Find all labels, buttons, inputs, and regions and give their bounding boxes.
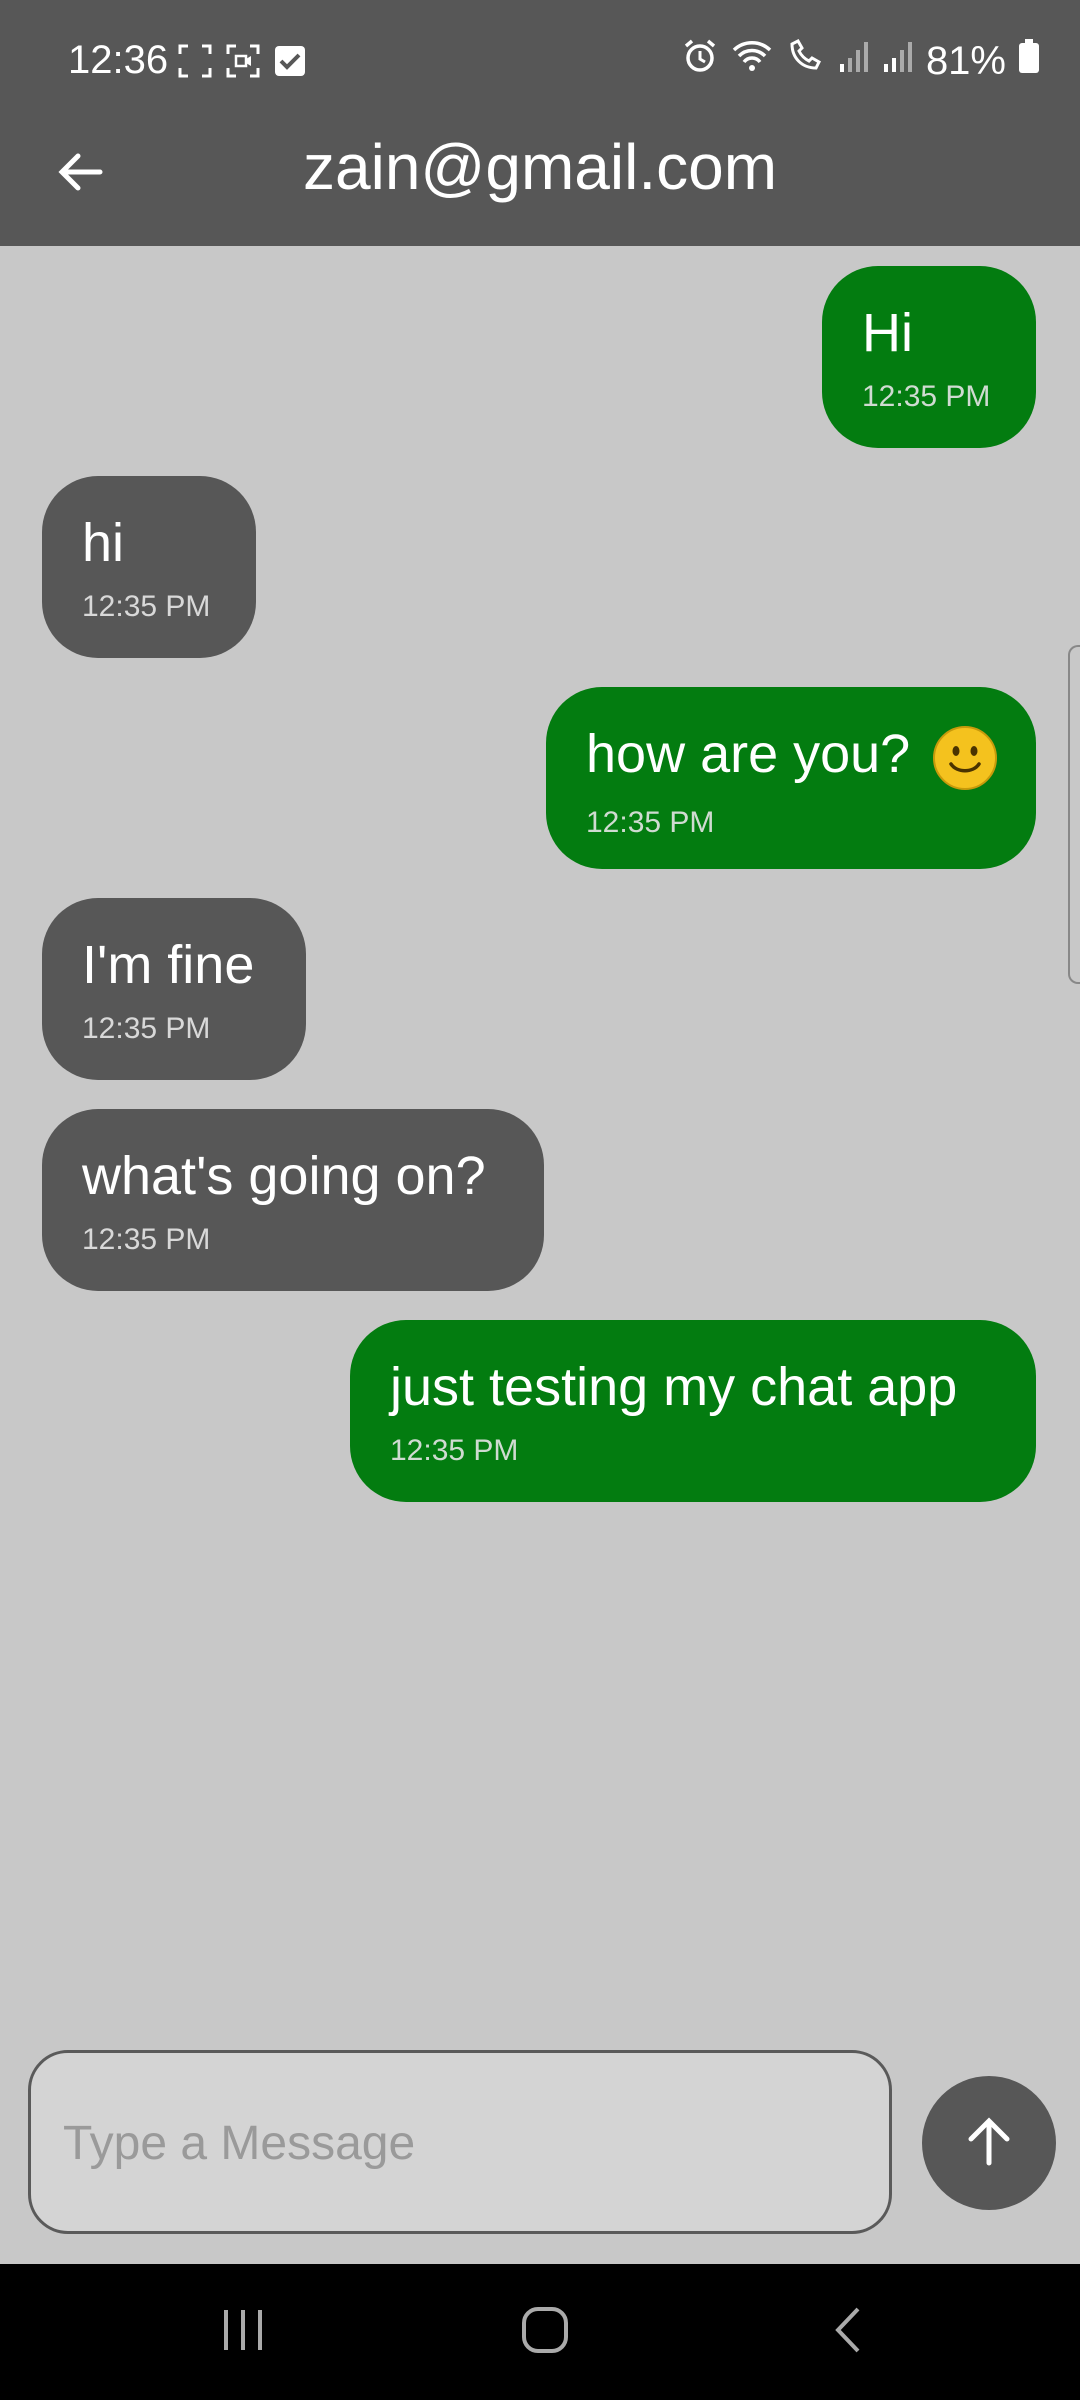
message-text: what's going on?	[82, 1146, 486, 1206]
home-button[interactable]	[505, 2302, 585, 2362]
message-time: 12:35 PM	[82, 1012, 211, 1045]
screenshot-icon	[178, 44, 212, 83]
status-time: 12:36	[68, 38, 169, 82]
battery-icon	[1018, 38, 1040, 84]
signal-icon	[882, 39, 914, 84]
message-bubble-sent[interactable]: how are you? 12:35 PM	[546, 687, 1036, 869]
home-icon	[520, 2305, 570, 2360]
message-bubble-received[interactable]: I'm fine 12:35 PM	[42, 898, 306, 1080]
arrow-up-icon	[961, 2113, 1017, 2174]
status-left-icons	[178, 44, 306, 83]
recent-apps-button[interactable]	[203, 2302, 283, 2362]
system-nav-bar	[0, 2264, 1080, 2400]
message-time: 12:35 PM	[82, 1223, 211, 1256]
screen-record-icon	[226, 44, 260, 83]
message-bubble-received[interactable]: what's going on? 12:35 PM	[42, 1109, 544, 1291]
smiley-emoji-icon	[933, 725, 998, 790]
message-text: Hi	[862, 303, 913, 363]
nav-back-button[interactable]	[808, 2302, 888, 2362]
scrollbar[interactable]	[1068, 645, 1080, 984]
message-time: 12:35 PM	[586, 805, 715, 839]
signal-icon	[838, 39, 870, 84]
send-button[interactable]	[922, 2076, 1056, 2210]
message-time: 12:35 PM	[390, 1434, 519, 1467]
status-right: 81%	[682, 38, 1040, 84]
message-text: just testing my chat app	[390, 1357, 958, 1417]
wifi-call-icon	[786, 38, 826, 84]
checkbox-icon	[274, 45, 306, 82]
back-icon	[828, 2305, 868, 2360]
message-bubble-sent[interactable]: just testing my chat app 12:35 PM	[350, 1320, 1036, 1502]
alarm-icon	[682, 38, 718, 84]
recent-apps-icon	[218, 2308, 268, 2357]
message-text-content: how are you?	[586, 724, 911, 784]
battery-percent: 81%	[925, 38, 1006, 83]
message-time: 12:35 PM	[82, 590, 211, 623]
app-bar: zain@gmail.com	[0, 120, 1080, 246]
message-bubble-received[interactable]: hi 12:35 PM	[42, 476, 256, 658]
message-composer	[28, 2050, 892, 2234]
wifi-icon	[730, 38, 774, 84]
message-text: how are you?	[586, 723, 998, 790]
message-text: hi	[82, 513, 125, 573]
message-time: 12:35 PM	[862, 380, 991, 413]
page-title: zain@gmail.com	[303, 131, 777, 203]
message-bubble-sent[interactable]: Hi 12:35 PM	[822, 266, 1036, 448]
message-input[interactable]	[61, 2053, 865, 2233]
message-text: I'm fine	[82, 935, 255, 995]
status-bar: 12:36 81%	[0, 0, 1080, 120]
